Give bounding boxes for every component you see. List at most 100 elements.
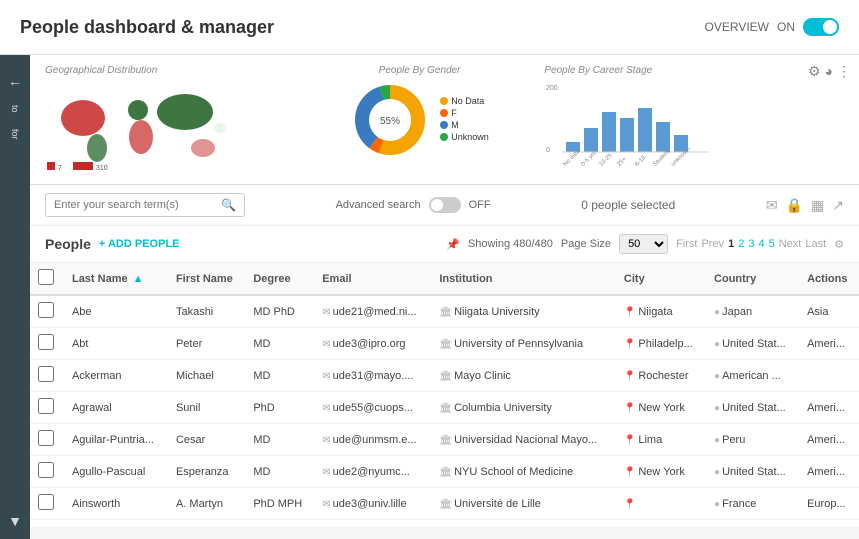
cell-first-name: Peter: [168, 328, 245, 360]
row-checkbox[interactable]: [30, 295, 64, 328]
select-all-checkbox[interactable]: [38, 269, 54, 285]
page-size-select[interactable]: 50 25 100: [619, 234, 668, 254]
cell-city: 📍New York: [616, 392, 706, 424]
cell-region: Europ...: [799, 488, 859, 520]
geo-chart: Geographical Distribution: [45, 65, 295, 174]
col-institution[interactable]: Institution: [431, 263, 616, 295]
page-4[interactable]: 4: [758, 238, 764, 250]
cell-region: Ameri...: [799, 328, 859, 360]
chart-settings-icon[interactable]: ⚙: [808, 63, 821, 80]
table-header-row: Last Name ▲ First Name Degree Email Inst…: [30, 263, 859, 295]
cell-last-name: Ainsworth: [64, 488, 168, 520]
cell-region: Ameri...: [799, 456, 859, 488]
cell-degree: PhD MPH: [245, 488, 314, 520]
svg-text:0-5 yrs: 0-5 yrs: [581, 151, 598, 168]
sidebar-icon-arrow[interactable]: ←: [8, 73, 22, 89]
chart-expand-icon[interactable]: ⋮: [837, 63, 851, 80]
cell-email: ✉ude3@univ.lille: [314, 488, 431, 520]
table-wrapper: Last Name ▲ First Name Degree Email Inst…: [30, 263, 859, 527]
cell-region: Ameri...: [799, 424, 859, 456]
page-1[interactable]: 1: [728, 238, 734, 250]
cell-institution: 🏛Université de Lille: [431, 488, 616, 520]
chart-pie-icon[interactable]: ◕: [825, 63, 833, 80]
page-2[interactable]: 2: [738, 238, 744, 250]
svg-text:0: 0: [546, 147, 550, 154]
row-checkbox[interactable]: [30, 488, 64, 520]
cell-first-name: Sunil: [168, 392, 245, 424]
cell-country: ●France: [706, 488, 799, 520]
row-checkbox[interactable]: [30, 328, 64, 360]
search-input-wrap[interactable]: 🔍: [45, 193, 245, 217]
cell-city: 📍Niigata: [616, 295, 706, 328]
table-settings-icon[interactable]: ⚙: [834, 238, 844, 251]
table-body: Abe Takashi MD PhD ✉ude21@med.ni... 🏛Nii…: [30, 295, 859, 520]
world-map-svg: 7 310: [45, 80, 235, 175]
cell-country: ●Peru: [706, 424, 799, 456]
geo-map: 7 310: [45, 80, 235, 180]
on-label: ON: [777, 20, 795, 34]
page-5[interactable]: 5: [769, 238, 775, 250]
cell-last-name: Ackerman: [64, 360, 168, 392]
cell-first-name: A. Martyn: [168, 488, 245, 520]
col-degree[interactable]: Degree: [245, 263, 314, 295]
page-header: People dashboard & manager OVERVIEW ON: [0, 0, 859, 55]
row-checkbox[interactable]: [30, 392, 64, 424]
donut-svg: 55%: [350, 80, 430, 160]
page-3[interactable]: 3: [748, 238, 754, 250]
search-input[interactable]: [54, 199, 221, 211]
svg-text:200: 200: [546, 85, 558, 92]
cell-email: ✉ude2@nyumc...: [314, 456, 431, 488]
people-table: Last Name ▲ First Name Degree Email Inst…: [30, 263, 859, 520]
cell-email: ✉ude31@mayo....: [314, 360, 431, 392]
cell-institution: 🏛Niigata University: [431, 295, 616, 328]
add-people-button[interactable]: + ADD PEOPLE: [99, 238, 180, 250]
advanced-toggle[interactable]: [429, 197, 461, 213]
table-row: Agullo-Pascual Esperanza MD ✉ude2@nyumc.…: [30, 456, 859, 488]
table-row: Abe Takashi MD PhD ✉ude21@med.ni... 🏛Nii…: [30, 295, 859, 328]
col-first-name[interactable]: First Name: [168, 263, 245, 295]
cell-first-name: Takashi: [168, 295, 245, 328]
overview-toggle-switch[interactable]: [803, 18, 839, 36]
page-nums: First Prev 1 2 3 4 5 Next Last: [676, 238, 826, 250]
legend-f: F: [440, 108, 489, 118]
row-checkbox[interactable]: [30, 424, 64, 456]
pagination-info: 📌 Showing 480/480 Page Size 50 25 100 Fi…: [446, 234, 844, 254]
row-checkbox[interactable]: [30, 360, 64, 392]
export-icon[interactable]: ↗: [832, 197, 844, 214]
first-page[interactable]: First: [676, 238, 697, 250]
page-size-label: Page Size: [561, 238, 611, 250]
showing-count: Showing 480/480: [468, 238, 553, 250]
prev-page[interactable]: Prev: [701, 238, 724, 250]
col-country[interactable]: Country: [706, 263, 799, 295]
action-icons: ✉ 🔒 ▦ ↗: [766, 197, 844, 214]
row-checkbox[interactable]: [30, 456, 64, 488]
cell-email: ✉ude55@cuops...: [314, 392, 431, 424]
cell-city: 📍New York: [616, 456, 706, 488]
people-heading: People + ADD PEOPLE: [45, 236, 180, 252]
search-icon[interactable]: 🔍: [221, 198, 236, 212]
next-page[interactable]: Next: [779, 238, 802, 250]
off-label: OFF: [469, 199, 491, 211]
cell-last-name: Agrawal: [64, 392, 168, 424]
col-email[interactable]: Email: [314, 263, 431, 295]
cell-last-name: Agullo-Pascual: [64, 456, 168, 488]
legend-unknown: Unknown: [440, 132, 489, 142]
cell-degree: MD: [245, 456, 314, 488]
cell-city: 📍Lima: [616, 424, 706, 456]
table-row: Ainsworth A. Martyn PhD MPH ✉ude3@univ.l…: [30, 488, 859, 520]
cell-institution: 🏛NYU School of Medicine: [431, 456, 616, 488]
page-title: People dashboard & manager: [20, 17, 274, 38]
cell-region: [799, 360, 859, 392]
overview-toggle[interactable]: OVERVIEW ON: [705, 18, 839, 36]
lock-icon[interactable]: 🔒: [786, 197, 803, 214]
sidebar-icon-chevron[interactable]: ▼: [8, 513, 22, 529]
cell-degree: PhD: [245, 392, 314, 424]
career-title: People By Career Stage: [544, 65, 844, 76]
chart-controls: ⚙ ◕ ⋮: [808, 63, 851, 80]
email-icon[interactable]: ✉: [766, 197, 778, 214]
col-city[interactable]: City: [616, 263, 706, 295]
grid-icon[interactable]: ▦: [811, 197, 824, 214]
cell-last-name: Abe: [64, 295, 168, 328]
last-page[interactable]: Last: [805, 238, 826, 250]
col-last-name[interactable]: Last Name ▲: [64, 263, 168, 295]
